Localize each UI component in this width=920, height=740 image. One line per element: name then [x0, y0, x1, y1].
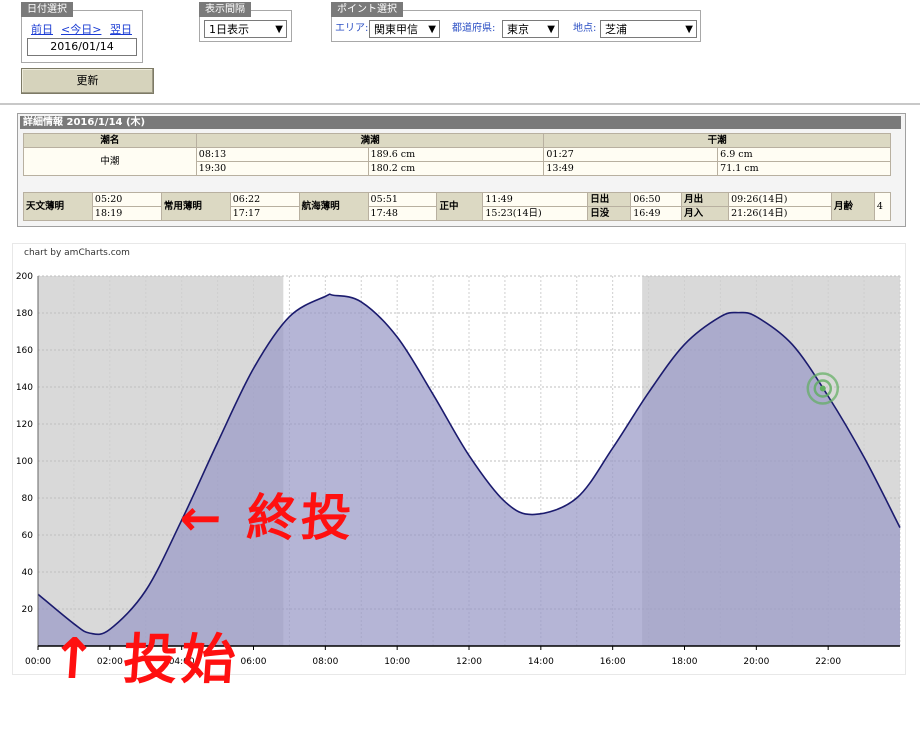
divider: [0, 103, 920, 105]
moonset-value: 21:26(14日): [728, 206, 832, 221]
low-tide-time: 01:27: [543, 147, 719, 162]
low-tide-header: 干潮: [543, 133, 891, 148]
joyo-label: 常用薄明: [160, 192, 231, 221]
spot-label: 地点:: [573, 23, 597, 34]
spot-select[interactable]: 芝浦 ▼: [600, 20, 697, 38]
high-tide-height: 189.6 cm: [367, 147, 545, 162]
joyo-start: 06:22: [229, 192, 300, 207]
sunset-value: 16:49: [630, 206, 683, 221]
shochu-label: 正中: [436, 192, 484, 221]
tide-table: 潮名 満潮 干潮 中潮 08:13 189.6 cm 01:27 6.9 cm …: [23, 133, 891, 176]
high-tide-time: 19:30: [195, 161, 369, 176]
kokai-label: 航海薄明: [298, 192, 369, 221]
chevron-down-icon: ▼: [275, 24, 283, 35]
high-tide-time: 08:13: [195, 147, 369, 162]
high-tide-header: 満潮: [195, 133, 545, 148]
date-field[interactable]: 2016/01/14: [27, 38, 137, 56]
chevron-down-icon: ▼: [547, 24, 555, 35]
detail-panel: 詳細情報 2016/1/14 (木) 潮名 満潮 干潮 中潮 08:13 189…: [17, 113, 906, 227]
display-interval-legend: 表示間隔: [199, 2, 251, 17]
tenmon-start: 05:20: [91, 192, 162, 207]
low-tide-time: 13:49: [543, 161, 719, 176]
chart-credit[interactable]: chart by amCharts.com: [24, 248, 130, 258]
area-select[interactable]: 関東甲信 ▼: [369, 20, 440, 38]
area-value: 関東甲信: [374, 23, 418, 36]
date-select-group: 日付選択 前日 <今日> 翌日 2016/01/14: [21, 2, 143, 63]
shochu-moon: 15:23(14日): [482, 206, 589, 221]
point-select-legend: ポイント選択: [331, 2, 403, 17]
display-interval-select[interactable]: 1日表示 ▼: [204, 20, 287, 38]
chevron-down-icon: ▼: [685, 24, 693, 35]
point-select-group: ポイント選択 エリア: 関東甲信 ▼ 都道府県: 東京 ▼ 地点: 芝浦 ▼: [331, 2, 701, 42]
chevron-down-icon: ▼: [428, 24, 436, 35]
date-select-legend: 日付選択: [21, 2, 73, 17]
moon-age-label: 月齢: [830, 192, 875, 221]
high-tide-height: 180.2 cm: [367, 161, 545, 176]
kokai-start: 05:51: [367, 192, 438, 207]
today-link[interactable]: <今日>: [61, 21, 101, 37]
astro-table: 天文薄明 05:20 常用薄明 06:22 航海薄明 05:51 正中 11:4…: [23, 192, 892, 221]
area-label: エリア:: [335, 23, 369, 34]
start-annotation: ↑ 投始: [47, 615, 242, 694]
up-arrow-icon: ↑: [47, 627, 103, 692]
detail-title: 詳細情報 2016/1/14 (木): [20, 116, 901, 129]
sunrise-value: 06:50: [630, 192, 683, 207]
shochu-sun: 11:49: [482, 192, 589, 207]
display-interval-value: 1日表示: [209, 23, 249, 36]
chart-container: [12, 243, 906, 675]
prev-day-link[interactable]: 前日: [31, 21, 53, 37]
prefecture-select[interactable]: 東京 ▼: [502, 20, 559, 38]
moonset-label: 月入: [681, 206, 730, 221]
update-button[interactable]: 更新: [21, 68, 154, 94]
sunrise-label: 日出: [587, 192, 632, 207]
end-annotation: ← 終投: [177, 489, 358, 547]
spot-value: 芝浦: [605, 23, 627, 36]
sunset-label: 日没: [587, 206, 632, 221]
start-annotation-text: 投始: [121, 628, 242, 691]
moon-age-value: 4: [873, 192, 892, 221]
display-interval-group: 表示間隔 1日表示 ▼: [199, 2, 292, 42]
joyo-end: 17:17: [229, 206, 300, 221]
moonrise-label: 月出: [681, 192, 730, 207]
tenmon-end: 18:19: [91, 206, 162, 221]
tide-name-value: 中潮: [23, 147, 197, 176]
tide-name-header: 潮名: [23, 133, 197, 148]
low-tide-height: 71.1 cm: [717, 161, 891, 176]
tenmon-label: 天文薄明: [23, 192, 93, 221]
moonrise-value: 09:26(14日): [728, 192, 832, 207]
prefecture-label: 都道府県:: [452, 23, 496, 34]
prefecture-value: 東京: [507, 23, 529, 36]
low-tide-height: 6.9 cm: [717, 147, 891, 162]
kokai-end: 17:48: [367, 206, 438, 221]
next-day-link[interactable]: 翌日: [110, 21, 132, 37]
